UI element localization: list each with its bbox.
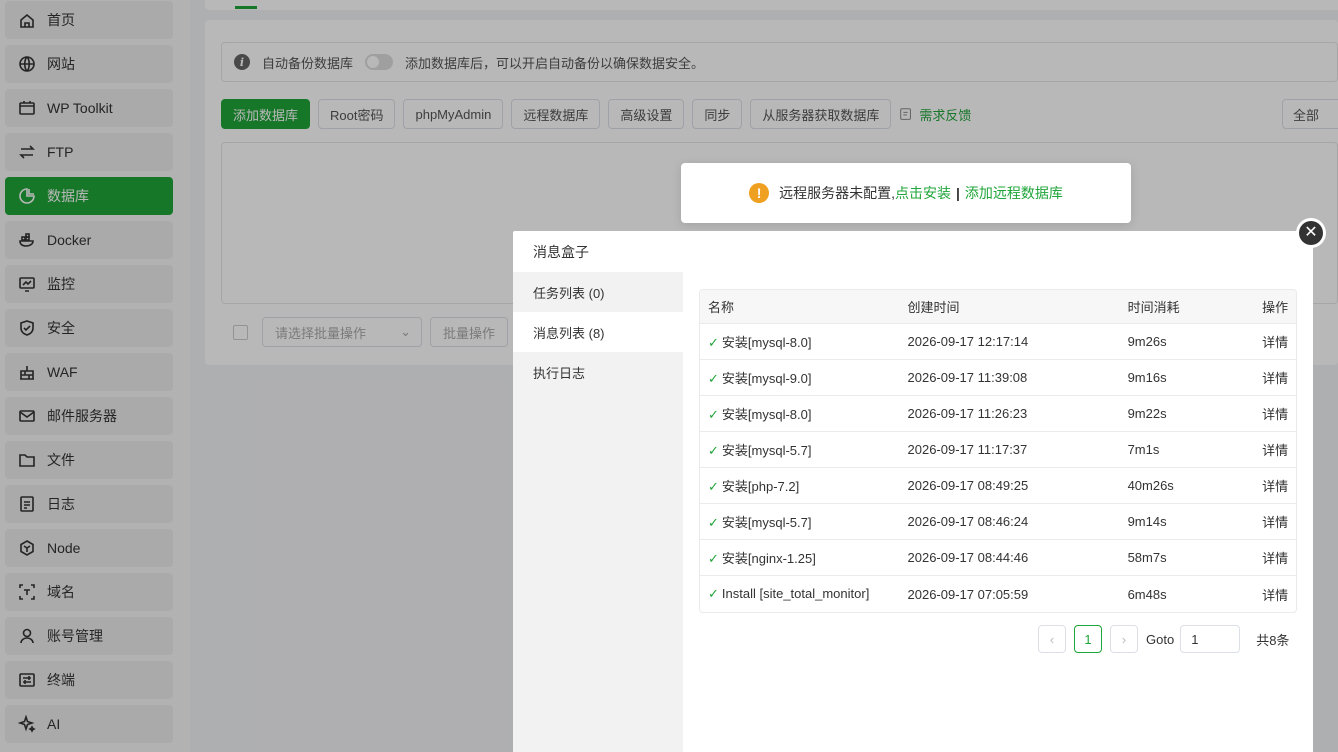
check-icon: ✓	[708, 335, 719, 350]
warning-icon: !	[749, 183, 770, 203]
check-icon: ✓	[708, 407, 719, 422]
row-detail-link[interactable]: 详情	[1254, 324, 1296, 360]
table-row: ✓ 安装[mysql-8.0] 2026-09-17 12:17:14 9m26s 详情	[700, 324, 1296, 360]
add-remote-db-link[interactable]: 添加远程数据库	[965, 183, 1063, 203]
next-page-button[interactable]: ›	[1110, 625, 1138, 653]
row-created: 2026-09-17 11:26:23	[899, 396, 1120, 432]
row-elapsed: 6m48s	[1127, 586, 1167, 602]
row-name-text: 安装[mysql-8.0]	[721, 407, 812, 422]
modal-content: 名称 创建时间 时间消耗 操作 ✓ 安装[mysql-8.0] 2026-09-17…	[683, 272, 1313, 752]
row-detail-link[interactable]: 详情	[1254, 396, 1296, 432]
row-created: 2026-09-17 08:49:25	[899, 468, 1120, 504]
row-name: ✓ 安装[mysql-8.0]	[700, 324, 900, 360]
modal-title: 消息盒子	[533, 243, 589, 260]
goto-input[interactable]: 1	[1180, 625, 1241, 653]
table-row: ✓ 安装[nginx-1.25] 2026-09-17 08:44:46 58m7s 详…	[700, 540, 1296, 576]
row-name: ✓ 安装[mysql-5.7]	[700, 504, 900, 540]
modal-tab-2[interactable]: 执行日志	[513, 352, 683, 392]
warning-separator: |	[955, 185, 960, 201]
pagination: ‹ 1 › Goto 1 共8条	[1038, 625, 1289, 653]
row-detail-link[interactable]: 详情	[1254, 360, 1296, 396]
table-row: ✓ 安装[mysql-9.0] 2026-09-17 11:39:08 9m16s 详情	[700, 360, 1296, 396]
check-icon: ✓	[708, 443, 719, 458]
row-elapsed: 58m7s	[1119, 540, 1255, 576]
modal-close-button[interactable]: ✕	[1296, 218, 1326, 248]
check-icon: ✓	[708, 515, 719, 530]
row-created: 2026-09-17 07:05:59	[907, 586, 1029, 602]
row-detail-link[interactable]: 详情	[1254, 504, 1296, 540]
col-name: 名称	[700, 290, 900, 324]
modal-tab-0[interactable]: 任务列表 (0)	[513, 272, 683, 312]
total-count: 共8条	[1256, 632, 1290, 648]
row-name-text: 安装[mysql-5.7]	[721, 515, 812, 530]
row-name: ✓ 安装[mysql-5.7]	[700, 432, 900, 468]
check-icon: ✓	[708, 371, 719, 386]
row-created: 2026-09-17 11:17:37	[899, 432, 1120, 468]
row-detail-link[interactable]: 详情	[1254, 540, 1296, 576]
modal-tabs: 任务列表 (0) 消息列表 (8) 执行日志	[513, 272, 683, 752]
check-icon: ✓	[708, 479, 719, 494]
col-action: 操作	[1254, 290, 1296, 324]
row-created: 2026-09-17 12:17:14	[899, 324, 1120, 360]
row-name-text: 安装[mysql-9.0]	[721, 371, 812, 386]
table-row: ✓ 安装[php-7.2] 2026-09-17 08:49:25 40m26s 详情	[700, 468, 1296, 504]
row-elapsed: 9m16s	[1119, 360, 1255, 396]
table-row: ✓ Install [site_total_monitor] 2026-09-17 …	[700, 576, 1296, 612]
row-detail-link[interactable]: 详情	[1254, 468, 1296, 504]
row-created: 2026-09-17 11:39:08	[899, 360, 1120, 396]
row-name-text: 安装[nginx-1.25]	[721, 551, 816, 566]
row-name-text: 安装[mysql-5.7]	[721, 443, 812, 458]
col-created: 创建时间	[899, 290, 1120, 324]
table-row: ✓ 安装[mysql-5.7] 2026-09-17 11:17:37 7m1s 详情	[700, 432, 1296, 468]
row-name: ✓ 安装[mysql-8.0]	[700, 396, 900, 432]
prev-page-button[interactable]: ‹	[1038, 625, 1066, 653]
message-box-modal: 消息盒子 任务列表 (0) 消息列表 (8) 执行日志 名称 创建时间 时间消耗 操…	[513, 231, 1313, 752]
modal-body: 任务列表 (0) 消息列表 (8) 执行日志 名称 创建时间 时间消耗 操作 ✓ 安装…	[513, 272, 1313, 752]
row-created: 2026-09-17 08:46:24	[899, 504, 1120, 540]
row-elapsed: 9m26s	[1119, 324, 1255, 360]
table-row: ✓ 安装[mysql-5.7] 2026-09-17 08:46:24 9m14s 详情	[700, 504, 1296, 540]
message-table: 名称 创建时间 时间消耗 操作 ✓ 安装[mysql-8.0] 2026-09-17…	[699, 289, 1297, 613]
row-created: 2026-09-17 08:44:46	[899, 540, 1120, 576]
warning-text: 远程服务器未配置,	[779, 185, 895, 201]
row-name-text: 安装[mysql-8.0]	[721, 335, 812, 350]
row-name: ✓ 安装[php-7.2]	[700, 468, 900, 504]
row-name: ✓ Install [site_total_monitor]	[700, 576, 900, 612]
check-icon: ✓	[708, 551, 719, 566]
col-elapsed: 时间消耗	[1119, 290, 1255, 324]
row-name: ✓ 安装[nginx-1.25]	[700, 540, 900, 576]
modal-tab-1[interactable]: 消息列表 (8)	[513, 312, 683, 352]
row-elapsed: 9m14s	[1119, 504, 1255, 540]
row-elapsed: 40m26s	[1119, 468, 1255, 504]
goto-label: Goto	[1146, 631, 1175, 647]
row-detail-link[interactable]: 详情	[1254, 432, 1296, 468]
close-icon: ✕	[1299, 221, 1323, 245]
remote-warning: ! 远程服务器未配置, 点击安装 | 添加远程数据库	[681, 163, 1131, 223]
row-detail-link[interactable]: 详情	[1254, 576, 1296, 612]
row-elapsed: 9m22s	[1119, 396, 1255, 432]
row-name: ✓ 安装[mysql-9.0]	[700, 360, 900, 396]
install-link[interactable]: 点击安装	[895, 183, 951, 203]
row-name-text: Install [site_total_monitor]	[721, 586, 870, 601]
row-name-text: 安装[php-7.2]	[721, 479, 800, 494]
row-elapsed: 7m1s	[1119, 432, 1255, 468]
table-row: ✓ 安装[mysql-8.0] 2026-09-17 11:26:23 9m22s 详情	[700, 396, 1296, 432]
page-1-button[interactable]: 1	[1074, 625, 1102, 653]
check-icon: ✓	[708, 586, 719, 601]
